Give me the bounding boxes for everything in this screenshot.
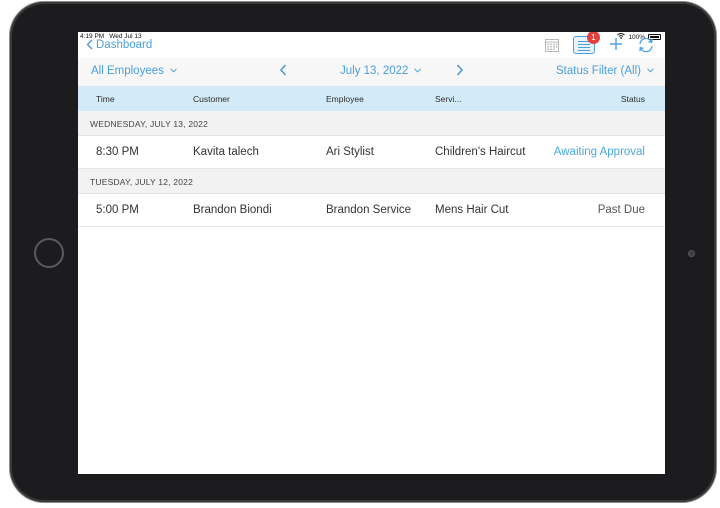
next-date-button[interactable] bbox=[456, 64, 464, 79]
notification-badge: 1 bbox=[587, 32, 600, 44]
chevron-right-icon bbox=[456, 64, 464, 76]
row-time: 8:30 PM bbox=[96, 146, 139, 158]
chevron-down-icon bbox=[647, 66, 654, 75]
back-button-label: Dashboard bbox=[96, 39, 153, 51]
table-row[interactable]: 5:00 PM Brandon Biondi Brandon Service M… bbox=[78, 194, 665, 227]
sync-icon[interactable] bbox=[637, 36, 655, 54]
section-date-label: WEDNESDAY, JULY 13, 2022 bbox=[90, 119, 209, 129]
column-header-employee[interactable]: Employee bbox=[326, 94, 364, 104]
row-time: 5:00 PM bbox=[96, 204, 139, 216]
table-row[interactable]: 8:30 PM Kavita talech Ari Stylist Childr… bbox=[78, 136, 665, 169]
app-screen: 4:19 PM Wed Jul 13 100% Dashboard 1 All … bbox=[78, 32, 665, 474]
status-filter-dropdown[interactable]: Status Filter (All) bbox=[556, 65, 654, 77]
chevron-left-icon bbox=[279, 64, 287, 76]
selected-date: July 13, 2022 bbox=[340, 65, 409, 77]
back-to-dashboard-button[interactable]: Dashboard bbox=[86, 39, 152, 51]
nav-actions: 1 bbox=[545, 32, 655, 54]
row-status: Awaiting Approval bbox=[553, 146, 645, 158]
employee-filter-label: All Employees bbox=[91, 65, 164, 77]
chevron-left-icon bbox=[86, 39, 93, 51]
front-camera bbox=[688, 250, 695, 257]
row-customer: Kavita talech bbox=[193, 146, 259, 158]
row-service: Mens Hair Cut bbox=[435, 204, 509, 216]
home-button[interactable] bbox=[34, 238, 64, 268]
previous-date-button[interactable] bbox=[279, 64, 287, 79]
row-employee: Brandon Service bbox=[326, 204, 412, 216]
column-header-service[interactable]: Servi... bbox=[435, 94, 461, 104]
section-header: WEDNESDAY, JULY 13, 2022 bbox=[78, 111, 665, 136]
row-employee: Ari Stylist bbox=[326, 146, 374, 158]
status-filter-label: Status Filter (All) bbox=[556, 65, 641, 77]
row-customer: Brandon Biondi bbox=[193, 204, 272, 216]
date-picker-dropdown[interactable]: July 13, 2022 bbox=[340, 65, 422, 77]
column-header-time[interactable]: Time bbox=[96, 94, 115, 104]
column-header-status[interactable]: Status bbox=[621, 94, 645, 104]
chevron-down-icon bbox=[170, 66, 177, 75]
ipad-frame: 4:19 PM Wed Jul 13 100% Dashboard 1 All … bbox=[10, 2, 716, 502]
section-date-label: TUESDAY, JULY 12, 2022 bbox=[90, 177, 193, 187]
calendar-icon[interactable] bbox=[545, 38, 559, 52]
employee-filter-dropdown[interactable]: All Employees bbox=[91, 65, 177, 77]
table-header: Time Customer Employee Servi... Status bbox=[78, 86, 665, 111]
chevron-down-icon bbox=[414, 66, 422, 75]
list-view-icon[interactable]: 1 bbox=[573, 32, 600, 54]
filter-bar: All Employees July 13, 2022 Status Filte… bbox=[78, 58, 665, 86]
row-status: Past Due bbox=[597, 204, 645, 216]
navigation-bar: 4:19 PM Wed Jul 13 100% Dashboard 1 bbox=[78, 32, 665, 60]
section-header: TUESDAY, JULY 12, 2022 bbox=[78, 169, 665, 194]
add-appointment-button[interactable] bbox=[609, 37, 623, 53]
column-header-customer[interactable]: Customer bbox=[193, 94, 230, 104]
row-service: Children's Haircut bbox=[435, 146, 526, 158]
